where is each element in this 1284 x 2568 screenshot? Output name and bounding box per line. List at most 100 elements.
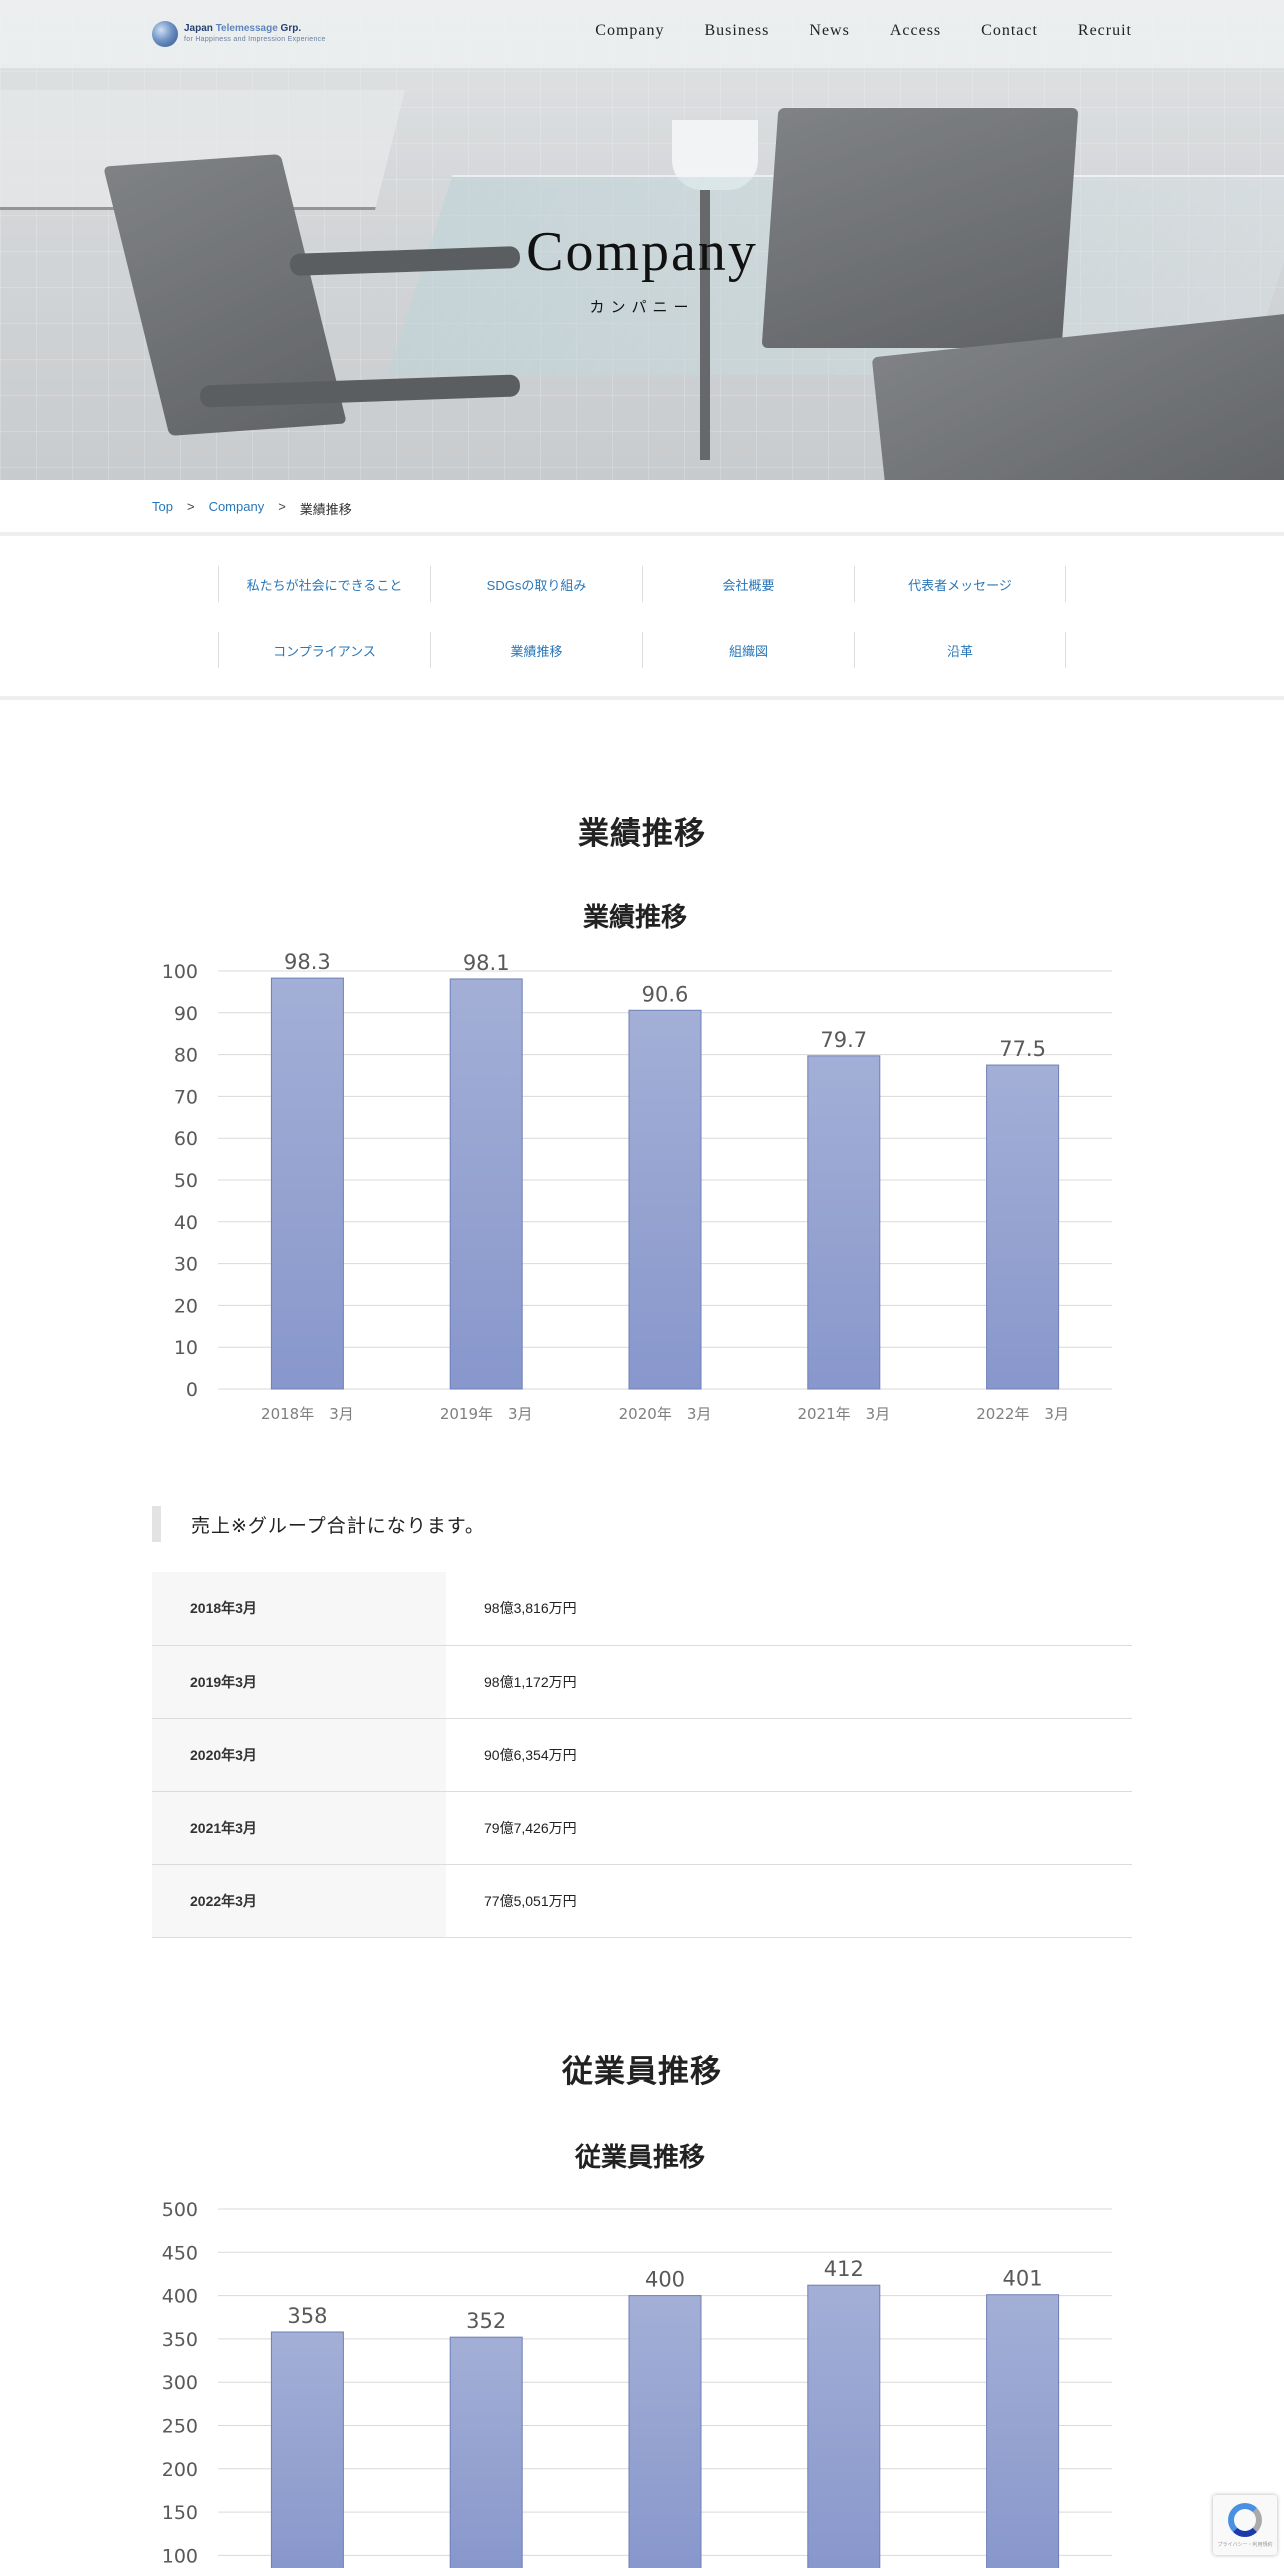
x-tick-label: 2019年 3月 xyxy=(440,1405,533,1423)
chart-bar xyxy=(449,2336,523,2568)
employees-bar-chart: 従業員推移 100 150 200 250 300 350 400 450 500 358 352 40… xyxy=(162,2143,1112,2568)
nav-access[interactable]: Access xyxy=(890,22,941,40)
subnav-history[interactable]: 沿革 xyxy=(854,632,1066,668)
y-tick-label: 20 xyxy=(174,1295,198,1317)
y-tick-label: 400 xyxy=(162,2286,198,2308)
table-row: 2018年3月 98億3,816万円 xyxy=(152,1572,1132,1646)
performance-bar-chart: 業績推移 0 10 20 30 40 50 60 70 80 90 100 98.3 2018年 3月 98… xyxy=(162,903,1112,1423)
y-tick-label: 30 xyxy=(174,1254,198,1276)
performance-section-title: 業績推移 xyxy=(578,816,706,851)
company-subnav: 私たちが社会にできること SDGsの取り組み 会社概要 代表者メッセージ コンプ… xyxy=(0,532,1284,700)
table-row-value: 98億3,816万円 xyxy=(446,1572,1132,1646)
chart-bar xyxy=(628,2295,702,2568)
y-tick-label: 10 xyxy=(174,1337,198,1359)
y-tick-label: 100 xyxy=(162,961,198,983)
chart-bar xyxy=(449,978,523,1390)
y-tick-label: 70 xyxy=(174,1086,198,1108)
nav-company[interactable]: Company xyxy=(595,22,664,40)
main-nav: Company Business News Access Contact Rec… xyxy=(595,22,1132,40)
breadcrumb: Top > Company > 業績推移 xyxy=(152,499,352,518)
y-tick-label: 350 xyxy=(162,2329,198,2351)
page-subtitle: カンパニー xyxy=(589,299,695,316)
performance-table: 2018年3月 98億3,816万円 2019年3月 98億1,172万円 20… xyxy=(152,1572,1132,1938)
table-row-label: 2019年3月 xyxy=(152,1645,446,1719)
chart-bar xyxy=(986,2294,1060,2568)
bar-data-label: 400 xyxy=(645,2268,685,2292)
y-tick-label: 300 xyxy=(162,2372,198,2394)
bar-data-label: 90.6 xyxy=(642,982,689,1006)
performance-note: 売上※グループ合計になります。 xyxy=(152,1506,485,1542)
table-row-value: 79億7,426万円 xyxy=(446,1791,1132,1865)
nav-contact[interactable]: Contact xyxy=(981,22,1038,40)
subnav-message[interactable]: 代表者メッセージ xyxy=(854,566,1066,602)
site-logo[interactable]: Japan Telemessage Grp. for Happiness and… xyxy=(152,20,326,48)
table-row: 2021年3月 79億7,426万円 xyxy=(152,1791,1132,1865)
performance-chart: 業績推移 0 10 20 30 40 50 60 70 80 90 100 98.3 2018年 3月 98… xyxy=(152,890,1132,1430)
chart-bar xyxy=(986,1064,1060,1390)
site-header: Japan Telemessage Grp. for Happiness and… xyxy=(0,0,1284,68)
table-row-label: 2020年3月 xyxy=(152,1718,446,1792)
nav-news[interactable]: News xyxy=(809,22,849,40)
breadcrumb-current: 業績推移 xyxy=(299,502,352,517)
recaptcha-badge[interactable]: プライバシー・利用規約 xyxy=(1213,2495,1277,2555)
table-row: 2019年3月 98億1,172万円 xyxy=(152,1645,1132,1719)
table-row: 2022年3月 77億5,051万円 xyxy=(152,1864,1132,1938)
table-row-label: 2022年3月 xyxy=(152,1864,446,1938)
chart-bar xyxy=(270,2331,344,2568)
recaptcha-text: プライバシー・利用規約 xyxy=(1217,2541,1273,2548)
logo-name: Japan Telemessage Grp. xyxy=(184,23,302,34)
breadcrumb-separator: > xyxy=(278,499,286,514)
subnav-social[interactable]: 私たちが社会にできること xyxy=(218,566,430,602)
subnav-organization[interactable]: 組織図 xyxy=(642,632,854,668)
table-row-label: 2021年3月 xyxy=(152,1791,446,1865)
employees-chart: 従業員推移 100 150 200 250 300 350 400 450 500 358 352 40… xyxy=(152,2130,1132,2568)
chart-bar xyxy=(270,977,344,1390)
chart-title: 業績推移 xyxy=(583,903,687,933)
y-tick-label: 150 xyxy=(162,2502,198,2524)
bar-data-label: 77.5 xyxy=(999,1037,1046,1061)
subnav-sdgs[interactable]: SDGsの取り組み xyxy=(430,566,642,602)
x-tick-label: 2022年 3月 xyxy=(976,1405,1069,1423)
chart-title: 従業員推移 xyxy=(574,2143,705,2173)
hero-banner: Company カンパニー xyxy=(0,0,1284,480)
breadcrumb-top[interactable]: Top xyxy=(152,499,173,518)
subnav-compliance[interactable]: コンプライアンス xyxy=(218,632,430,668)
y-tick-label: 100 xyxy=(162,2545,198,2567)
logo-tagline: for Happiness and Impression Experience xyxy=(184,36,326,43)
y-tick-label: 500 xyxy=(162,2199,198,2221)
employees-section-title: 従業員推移 xyxy=(562,2054,722,2089)
chart-bar xyxy=(628,1009,702,1390)
table-row-value: 98億1,172万円 xyxy=(446,1645,1132,1719)
bar-data-label: 98.1 xyxy=(463,951,510,975)
bar-data-label: 401 xyxy=(1003,2267,1043,2291)
breadcrumb-separator: > xyxy=(186,499,195,514)
chart-bar xyxy=(807,2284,881,2568)
bar-data-label: 79.7 xyxy=(820,1028,867,1052)
y-tick-label: 0 xyxy=(186,1379,198,1401)
recaptcha-icon xyxy=(1228,2502,1262,2537)
breadcrumb-company[interactable]: Company xyxy=(209,499,265,518)
table-row-label: 2018年3月 xyxy=(152,1572,446,1646)
x-tick-label: 2018年 3月 xyxy=(261,1405,354,1423)
bar-data-label: 98.3 xyxy=(284,950,331,974)
logo-globe-icon xyxy=(152,21,178,47)
y-tick-label: 60 xyxy=(174,1128,198,1150)
chart-bar xyxy=(807,1055,881,1390)
bar-data-label: 352 xyxy=(466,2309,506,2333)
subnav-overview[interactable]: 会社概要 xyxy=(642,566,854,602)
bar-data-label: 412 xyxy=(824,2257,864,2281)
table-row-value: 90億6,354万円 xyxy=(446,1718,1132,1792)
table-row: 2020年3月 90億6,354万円 xyxy=(152,1718,1132,1792)
y-tick-label: 50 xyxy=(174,1170,198,1192)
x-tick-label: 2021年 3月 xyxy=(797,1405,890,1423)
nav-recruit[interactable]: Recruit xyxy=(1078,22,1132,40)
x-tick-label: 2020年 3月 xyxy=(619,1405,712,1423)
y-tick-label: 200 xyxy=(162,2459,198,2481)
y-tick-label: 80 xyxy=(174,1045,198,1067)
nav-business[interactable]: Business xyxy=(704,22,769,40)
page-title: Company xyxy=(526,221,758,283)
y-tick-label: 450 xyxy=(162,2242,198,2264)
y-tick-label: 40 xyxy=(174,1212,198,1234)
subnav-performance[interactable]: 業績推移 xyxy=(430,632,642,668)
y-tick-label: 250 xyxy=(162,2416,198,2438)
